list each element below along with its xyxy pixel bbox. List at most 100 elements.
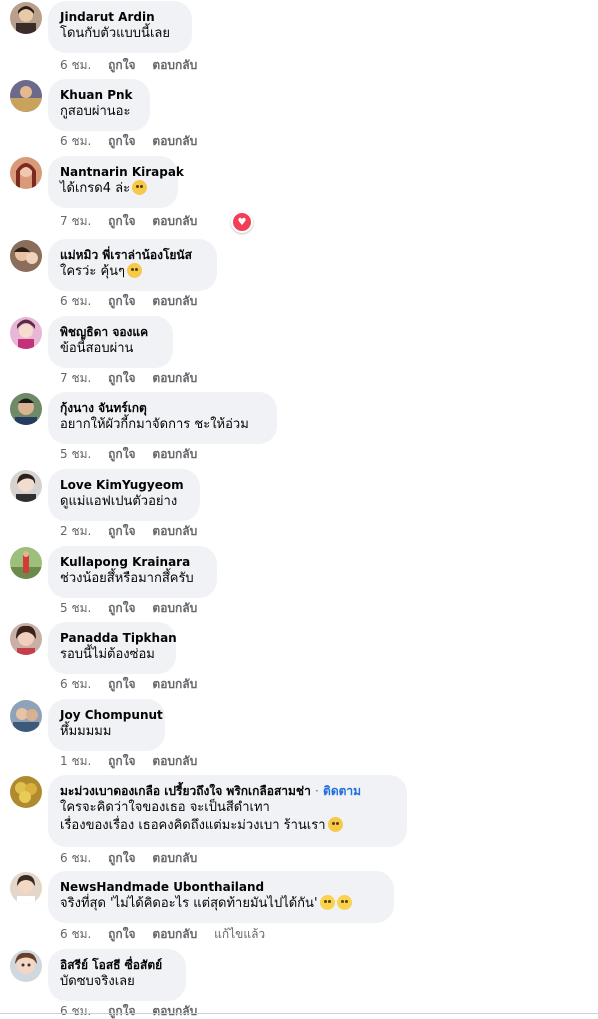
comment-bubble: Jindarut Ardin โดนกับตัวแบบนี้เลย bbox=[48, 1, 192, 53]
avatar[interactable] bbox=[10, 240, 42, 272]
comment-time[interactable]: 1 ชม. bbox=[60, 753, 91, 769]
laughing-emoji-icon bbox=[132, 180, 148, 195]
like-button[interactable]: ถูกใจ bbox=[108, 753, 135, 769]
comment-meta: 1 ชม. ถูกใจ ตอบกลับ bbox=[60, 753, 210, 769]
comment-author[interactable]: Joy Chompunut bbox=[60, 707, 163, 723]
comment-meta: 7 ชม. ถูกใจ ตอบกลับ bbox=[60, 213, 210, 229]
avatar[interactable] bbox=[10, 547, 42, 579]
comment-text: ช่วงน้อยสึ้หรือมากสึ้ครับ bbox=[60, 571, 194, 586]
like-button[interactable]: ถูกใจ bbox=[108, 446, 135, 462]
comment-time[interactable]: 6 ชม. bbox=[60, 850, 91, 866]
eye-roll-emoji-icon bbox=[319, 895, 335, 910]
comment-author[interactable]: กุ้งนาง จันทร์เกตุ bbox=[60, 400, 265, 416]
reply-button[interactable]: ตอบกลับ bbox=[152, 57, 197, 73]
reply-button[interactable]: ตอบกลับ bbox=[152, 753, 197, 769]
reply-button[interactable]: ตอบกลับ bbox=[152, 1003, 197, 1019]
comment-meta: 6 ชม. ถูกใจ ตอบกลับ bbox=[60, 1003, 210, 1019]
comment-author[interactable]: NewsHandmade Ubonthailand bbox=[60, 879, 382, 895]
avatar[interactable] bbox=[10, 700, 42, 732]
reply-button[interactable]: ตอบกลับ bbox=[152, 213, 197, 229]
comment-text: ใครว่ะ คุ้นๆ bbox=[60, 263, 205, 281]
comment-time[interactable]: 7 ชม. bbox=[60, 213, 91, 229]
like-button[interactable]: ถูกใจ bbox=[108, 926, 135, 942]
comment-meta: 2 ชม. ถูกใจ ตอบกลับ bbox=[60, 523, 210, 539]
comment-meta: 6 ชม. ถูกใจ ตอบกลับ bbox=[60, 293, 210, 309]
comment-author[interactable]: Panadda Tipkhan bbox=[60, 630, 177, 646]
avatar[interactable] bbox=[10, 776, 42, 808]
comment-time[interactable]: 6 ชม. bbox=[60, 293, 91, 309]
like-button[interactable]: ถูกใจ bbox=[108, 213, 135, 229]
reply-button[interactable]: ตอบกลับ bbox=[152, 293, 197, 309]
comment-author[interactable]: Kullapong Krainara bbox=[60, 554, 205, 570]
reply-button[interactable]: ตอบกลับ bbox=[152, 523, 197, 539]
avatar[interactable] bbox=[10, 80, 42, 112]
avatar[interactable] bbox=[10, 623, 42, 655]
reply-button[interactable]: ตอบกลับ bbox=[152, 850, 197, 866]
eye-roll-emoji-icon bbox=[336, 895, 352, 910]
heart-reaction-icon[interactable]: ♥ bbox=[231, 211, 253, 233]
comment-meta: 5 ชม. ถูกใจ ตอบกลับ bbox=[60, 600, 210, 616]
comment-text: อยากให้ผัวกี้กมาจัดการ ชะให้อ่วม bbox=[60, 417, 249, 432]
comment-author: มะม่วงเบาดองเกลือ เปรี้ยวถึงใจ พริกเกลือ… bbox=[60, 784, 362, 798]
like-button[interactable]: ถูกใจ bbox=[108, 370, 135, 386]
reply-button[interactable]: ตอบกลับ bbox=[152, 926, 197, 942]
follow-button[interactable]: ติดตาม bbox=[323, 784, 361, 798]
reply-button[interactable]: ตอบกลับ bbox=[152, 676, 197, 692]
like-button[interactable]: ถูกใจ bbox=[108, 133, 135, 149]
avatar[interactable] bbox=[10, 157, 42, 189]
comment-time[interactable]: 6 ชม. bbox=[60, 1003, 91, 1019]
thinking-emoji-icon bbox=[127, 263, 143, 278]
comment-meta: 7 ชม. ถูกใจ ตอบกลับ bbox=[60, 370, 210, 386]
comment-author-name[interactable]: มะม่วงเบาดองเกลือ เปรี้ยวถึงใจ พริกเกลือ… bbox=[60, 784, 311, 798]
like-button[interactable]: ถูกใจ bbox=[108, 676, 135, 692]
comment-time[interactable]: 5 ชม. bbox=[60, 446, 91, 462]
avatar[interactable] bbox=[10, 393, 42, 425]
comment-bubble: มะม่วงเบาดองเกลือ เปรี้ยวถึงใจ พริกเกลือ… bbox=[48, 775, 407, 847]
comment-time[interactable]: 7 ชม. bbox=[60, 370, 91, 386]
comment-author[interactable]: Nantnarin Kirapak bbox=[60, 164, 184, 180]
comment-author[interactable]: อิสรีย์ โอสธี ซื่อสัตย์ bbox=[60, 957, 174, 973]
comment-time[interactable]: 2 ชม. bbox=[60, 523, 91, 539]
comment-bubble: Khuan Pnk กูสอบผ่านอะ bbox=[48, 79, 150, 131]
like-button[interactable]: ถูกใจ bbox=[108, 1003, 135, 1019]
comment-time[interactable]: 6 ชม. bbox=[60, 133, 91, 149]
comment-bubble: Nantnarin Kirapak ได้เกรด4 ล่ะ bbox=[48, 156, 184, 208]
like-button[interactable]: ถูกใจ bbox=[108, 850, 135, 866]
comment-text: ได้เกรด4 ล่ะ bbox=[60, 180, 166, 198]
comment-time[interactable]: 6 ชม. bbox=[60, 57, 91, 73]
comment-author[interactable]: พิชญธิดา จองแค bbox=[60, 324, 161, 340]
comment-author[interactable]: Khuan Pnk bbox=[60, 87, 138, 103]
edited-label[interactable]: แก้ไขแล้ว bbox=[214, 926, 265, 942]
comment-bubble: Love KimYugyeom ดูแม่แอฟเปนตัวอย่าง bbox=[48, 469, 200, 521]
avatar[interactable] bbox=[10, 470, 42, 502]
comment-bubble: แม่หมิว พี่เราล่าน้องโยนัส ใครว่ะ คุ้นๆ bbox=[48, 239, 217, 291]
comment-author[interactable]: แม่หมิว พี่เราล่าน้องโยนัส bbox=[60, 247, 205, 263]
reply-button[interactable]: ตอบกลับ bbox=[152, 133, 197, 149]
comment-bubble: Panadda Tipkhan รอบนี้ไม่ต้องซ่อม bbox=[48, 622, 177, 674]
comment-time[interactable]: 6 ชม. bbox=[60, 676, 91, 692]
comment-text: จริงที่สุด 'ไม่ได้คิดอะไร แต่สุดท้ายมันไ… bbox=[60, 895, 382, 913]
reply-button[interactable]: ตอบกลับ bbox=[152, 600, 197, 616]
like-button[interactable]: ถูกใจ bbox=[108, 523, 135, 539]
avatar[interactable] bbox=[10, 872, 42, 904]
comment-bubble: กุ้งนาง จันทร์เกตุ อยากให้ผัวกี้กมาจัดกา… bbox=[48, 392, 277, 444]
comment-author[interactable]: Jindarut Ardin bbox=[60, 9, 180, 25]
comment-meta: 6 ชม. ถูกใจ ตอบกลับ bbox=[60, 850, 210, 866]
avatar[interactable] bbox=[10, 2, 42, 34]
comment-text: บัดซบจริงเลย bbox=[60, 974, 135, 989]
like-button[interactable]: ถูกใจ bbox=[108, 293, 135, 309]
comment-text: โดนกับตัวแบบนี้เลย bbox=[60, 26, 170, 41]
like-button[interactable]: ถูกใจ bbox=[108, 600, 135, 616]
comment-bubble: Joy Chompunut หึ้มมมมม bbox=[48, 699, 165, 751]
comment-text: หึ้มมมมม bbox=[60, 724, 112, 739]
avatar[interactable] bbox=[10, 950, 42, 982]
like-button[interactable]: ถูกใจ bbox=[108, 57, 135, 73]
comment-text-line-2: เรื่องของเรื่อง เธอคงคิดถึงแต่มะม่วงเบา … bbox=[60, 817, 395, 835]
comment-author[interactable]: Love KimYugyeom bbox=[60, 477, 188, 493]
avatar[interactable] bbox=[10, 317, 42, 349]
comment-bubble: Kullapong Krainara ช่วงน้อยสึ้หรือมากสึ้… bbox=[48, 546, 217, 598]
reply-button[interactable]: ตอบกลับ bbox=[152, 370, 197, 386]
comment-time[interactable]: 5 ชม. bbox=[60, 600, 91, 616]
reply-button[interactable]: ตอบกลับ bbox=[152, 446, 197, 462]
comment-time[interactable]: 6 ชม. bbox=[60, 926, 91, 942]
